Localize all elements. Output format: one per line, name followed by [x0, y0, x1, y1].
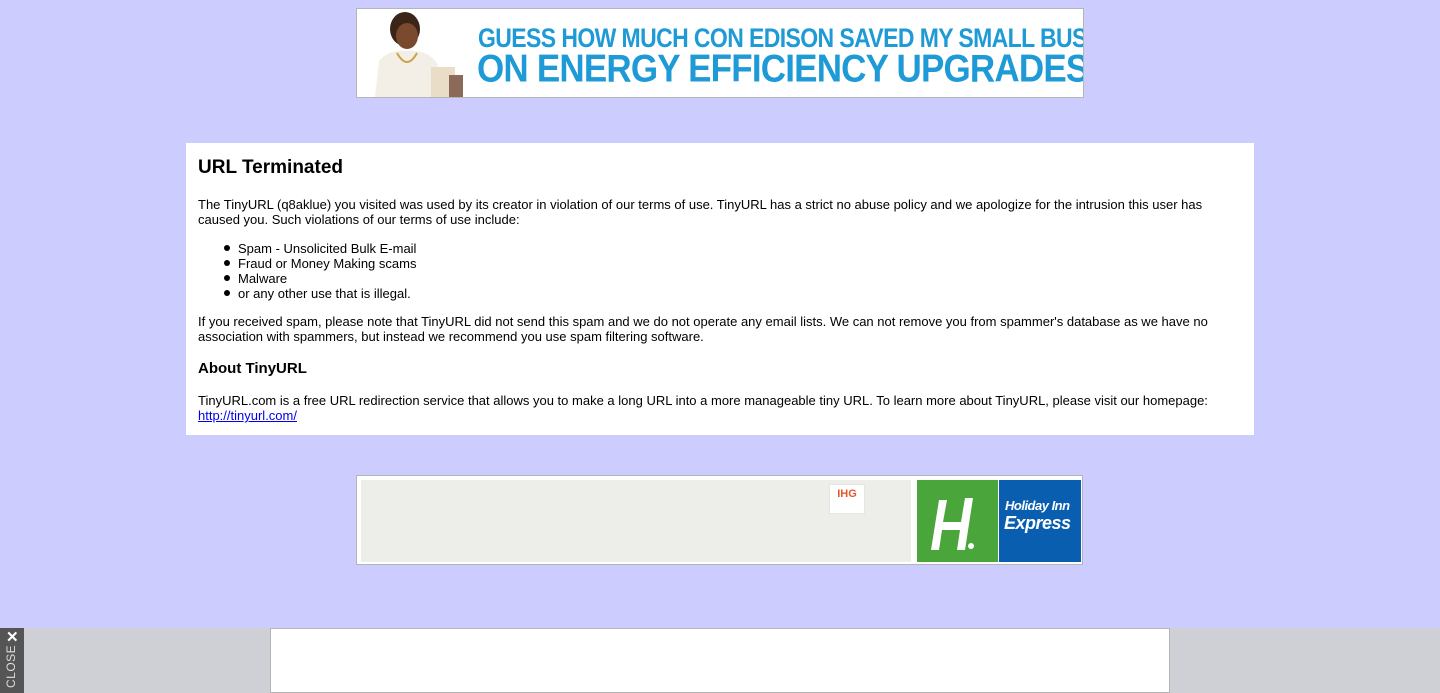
- list-item: Malware: [224, 271, 1242, 286]
- h-logo-icon: [931, 498, 974, 550]
- page-title: URL Terminated: [198, 157, 343, 178]
- bottom-sticky-ad-bar: ✕ CLOSE: [0, 628, 1440, 693]
- holiday-inn-h-logo: [917, 480, 998, 562]
- bullet-icon: [224, 245, 230, 251]
- bullet-icon: [224, 260, 230, 266]
- about-paragraph: TinyURL.com is a free URL redirection se…: [198, 393, 1242, 423]
- bullet-icon: [224, 275, 230, 281]
- violations-list: Spam - Unsolicited Bulk E-mail Fraud or …: [198, 241, 1242, 301]
- homepage-link[interactable]: http://tinyurl.com/: [198, 408, 297, 423]
- ad-person-image: [365, 9, 465, 97]
- list-item-text: Fraud or Money Making scams: [238, 256, 417, 271]
- holiday-inn-express-logo: Holiday Inn Express: [999, 480, 1081, 562]
- bullet-icon: [224, 290, 230, 296]
- list-item: Spam - Unsolicited Bulk E-mail: [224, 241, 1242, 256]
- list-item-text: Spam - Unsolicited Bulk E-mail: [238, 241, 417, 256]
- ad-headline-line2: ON ENERGY EFFICIENCY UPGRADES?: [477, 47, 1084, 91]
- top-banner-ad[interactable]: GUESS HOW MUCH CON EDISON SAVED MY SMALL…: [356, 8, 1084, 98]
- about-heading: About TinyURL: [198, 360, 307, 377]
- termination-notice-panel: URL Terminated The TinyURL (q8aklue) you…: [186, 143, 1254, 435]
- about-text: TinyURL.com is a free URL redirection se…: [198, 393, 1208, 408]
- close-ad-button[interactable]: ✕ CLOSE: [0, 628, 24, 693]
- list-item-text: Malware: [238, 271, 288, 286]
- list-item: Fraud or Money Making scams: [224, 256, 1242, 271]
- ihg-logo: IHG: [829, 484, 865, 514]
- holiday-inn-ad[interactable]: IHG Holiday Inn Express: [356, 475, 1083, 565]
- brand-line1: Holiday Inn: [1005, 498, 1070, 513]
- list-item-text: or any other use that is illegal.: [238, 286, 411, 301]
- close-label: CLOSE: [4, 644, 18, 688]
- spam-note-paragraph: If you received spam, please note that T…: [198, 314, 1208, 344]
- brand-line2: Express: [1004, 513, 1071, 533]
- intro-paragraph: The TinyURL (q8aklue) you visited was us…: [198, 197, 1203, 227]
- list-item: or any other use that is illegal.: [224, 286, 1242, 301]
- bottom-ad-frame[interactable]: [270, 628, 1170, 693]
